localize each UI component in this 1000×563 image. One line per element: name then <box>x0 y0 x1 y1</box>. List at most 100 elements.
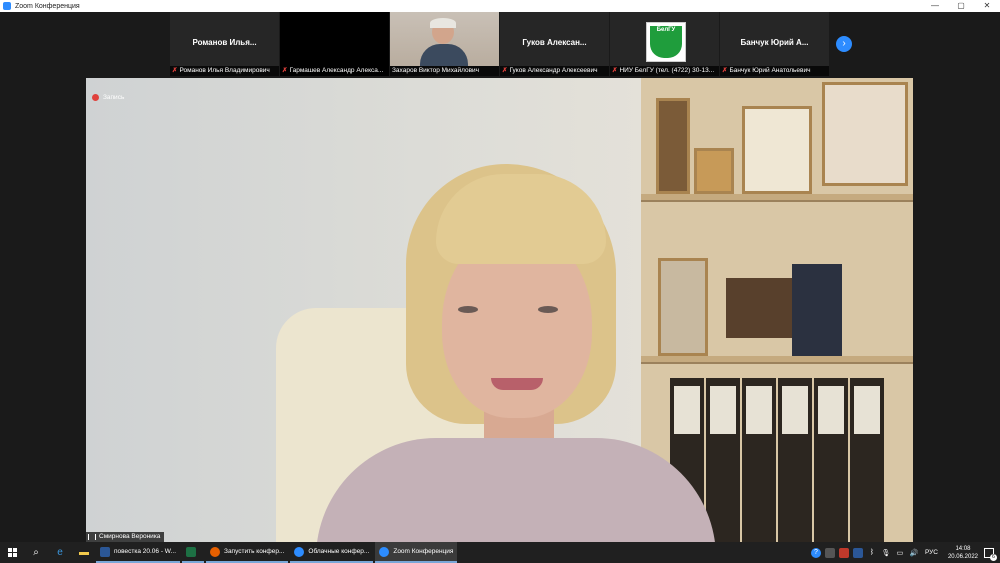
video-binder <box>742 378 776 542</box>
next-page-button[interactable]: › <box>836 36 852 52</box>
explorer-button[interactable]: ▬ <box>72 542 96 563</box>
clock-date: 20.06.2022 <box>947 553 978 560</box>
participant-tile[interactable]: Захаров Виктор Михайлович <box>390 12 499 76</box>
window-title: Zoom Конференция <box>15 2 80 10</box>
participant-caption: ✗ Банчук Юрий Анатольевич <box>720 66 829 76</box>
video-shelf <box>641 194 913 202</box>
participant-full-name: Гуков Александр Алексеевич <box>509 67 598 74</box>
video-person-body <box>420 44 468 66</box>
taskbar-app-excel[interactable] <box>182 542 205 563</box>
taskbar-app-zoom-cloud[interactable]: Облачные конфер... <box>290 542 374 563</box>
tray-app-icon[interactable] <box>852 547 863 558</box>
record-icon <box>92 94 99 101</box>
participant-full-name: Гармашев Александр Алекса... <box>289 67 384 74</box>
taskbar-app-zoom-meeting[interactable]: Zoom Конференция <box>375 542 458 563</box>
word-icon <box>100 546 110 557</box>
language-indicator[interactable]: РУС <box>925 549 938 556</box>
clock[interactable]: 14:08 20.06.2022 <box>948 545 978 561</box>
taskbar-app-label: Запустить конфер... <box>224 548 285 555</box>
video-certificate-frame <box>822 82 908 186</box>
chevron-right-icon: › <box>842 38 846 49</box>
video-picture-frame <box>658 258 708 356</box>
bluetooth-icon[interactable]: ᛒ <box>867 548 877 558</box>
active-speaker-video[interactable] <box>86 78 913 542</box>
taskbar-app-word[interactable]: повестка 20.06 - W... <box>96 542 181 563</box>
minimize-button[interactable]: — <box>922 0 948 12</box>
maximize-button[interactable]: ▢ <box>948 0 974 12</box>
participant-name: Романов Илья... <box>192 38 257 47</box>
meeting-stage: Романов Илья... ✗ Романов Илья Владимиров… <box>0 12 1000 542</box>
video-binder <box>850 378 884 542</box>
video-binder <box>814 378 848 542</box>
participant-name: Банчук Юрий А... <box>740 38 809 47</box>
close-button[interactable]: ✕ <box>974 0 1000 12</box>
video-person-hair <box>430 18 456 28</box>
video-binder <box>778 378 812 542</box>
system-tray: ? ᛒ 🎙 ▭ 🔊 РУС 14:08 20.06.2022 6 <box>809 542 1000 563</box>
speaker-name: Смирнова Вероника <box>99 533 161 540</box>
excel-icon <box>186 546 197 557</box>
tray-app-icon[interactable] <box>838 547 849 558</box>
taskbar-app-label: Zoom Конференция <box>393 548 454 555</box>
participant-full-name: Романов Илья Владимирович <box>179 67 270 74</box>
video-certificate-frame <box>742 106 812 194</box>
windows-logo-icon <box>7 548 17 557</box>
participant-caption: ✗ Гуков Александр Алексеевич <box>500 66 609 76</box>
edge-button[interactable]: e <box>48 542 72 563</box>
recording-label: Запись <box>103 94 125 101</box>
video-person-eye <box>538 306 558 313</box>
window-titlebar: Zoom Конференция — ▢ ✕ <box>0 0 1000 12</box>
edge-icon: e <box>57 547 63 558</box>
taskbar-app-firefox[interactable]: Запустить конфер... <box>206 542 289 563</box>
taskbar-app-label: Облачные конфер... <box>308 548 370 555</box>
signal-icon <box>88 534 96 540</box>
participant-caption: Захаров Виктор Михайлович <box>390 66 499 76</box>
tray-app-icon[interactable] <box>824 547 835 558</box>
video-shelf <box>641 356 913 364</box>
help-icon[interactable]: ? <box>810 547 821 558</box>
participant-tile[interactable]: БелГУ ✗ НИУ БелГУ (тел. (4722) 30-13... <box>610 12 719 76</box>
participant-tile[interactable]: Банчук Юрий А... ✗ Банчук Юрий Анатольеви… <box>720 12 829 76</box>
video-person-body <box>316 438 716 542</box>
network-icon[interactable]: ▭ <box>895 548 905 558</box>
mic-muted-icon: ✗ <box>502 67 508 74</box>
participant-caption: ✗ Гармашев Александр Алекса... <box>280 66 389 76</box>
university-logo: БелГУ <box>646 22 686 62</box>
participant-full-name: Захаров Виктор Михайлович <box>392 67 480 74</box>
participant-tile[interactable]: Гуков Алексан... ✗ Гуков Александр Алексе… <box>500 12 609 76</box>
gallery-strip: Романов Илья... ✗ Романов Илья Владимиров… <box>170 12 830 76</box>
volume-icon[interactable]: 🔊 <box>909 548 919 558</box>
participant-tile[interactable]: ✗ Гармашев Александр Алекса... <box>280 12 389 76</box>
logo-text: БелГУ <box>656 27 676 33</box>
participant-caption: ✗ НИУ БелГУ (тел. (4722) 30-13... <box>610 66 719 76</box>
recording-indicator: Запись <box>92 94 124 101</box>
search-icon: ⌕ <box>33 547 39 558</box>
search-button[interactable]: ⌕ <box>24 542 48 563</box>
video-binder <box>706 378 740 542</box>
video-box <box>792 264 842 356</box>
mic-muted-icon: ✗ <box>722 67 728 74</box>
participant-caption: ✗ Романов Илья Владимирович <box>170 66 279 76</box>
firefox-icon <box>210 546 221 557</box>
participant-full-name: Банчук Юрий Анатольевич <box>729 67 811 74</box>
notification-button[interactable]: 6 <box>984 547 997 561</box>
mic-muted-icon: ✗ <box>172 67 178 74</box>
window-controls: — ▢ ✕ <box>922 0 1000 12</box>
video-person-mouth <box>491 378 543 390</box>
clock-time: 14:08 <box>955 545 971 552</box>
participant-video <box>390 12 499 66</box>
participant-name: Гуков Алексан... <box>522 38 587 47</box>
video-picture-frame <box>656 98 690 194</box>
zoom-icon <box>294 546 305 557</box>
microphone-icon[interactable]: 🎙 <box>881 548 891 558</box>
zoom-icon <box>379 546 390 557</box>
participant-tile[interactable]: Романов Илья... ✗ Романов Илья Владимиров… <box>170 12 279 76</box>
windows-taskbar: ⌕ e ▬ повестка 20.06 - W... Запустить ко… <box>0 542 1000 563</box>
notification-count: 6 <box>990 553 997 561</box>
video-box <box>726 278 796 338</box>
start-button[interactable] <box>0 542 24 563</box>
mic-muted-icon: ✗ <box>612 67 618 74</box>
taskbar-app-label: повестка 20.06 - W... <box>114 548 177 555</box>
video-person-eye <box>458 306 478 313</box>
speaker-name-tag: Смирнова Вероника <box>86 532 165 542</box>
